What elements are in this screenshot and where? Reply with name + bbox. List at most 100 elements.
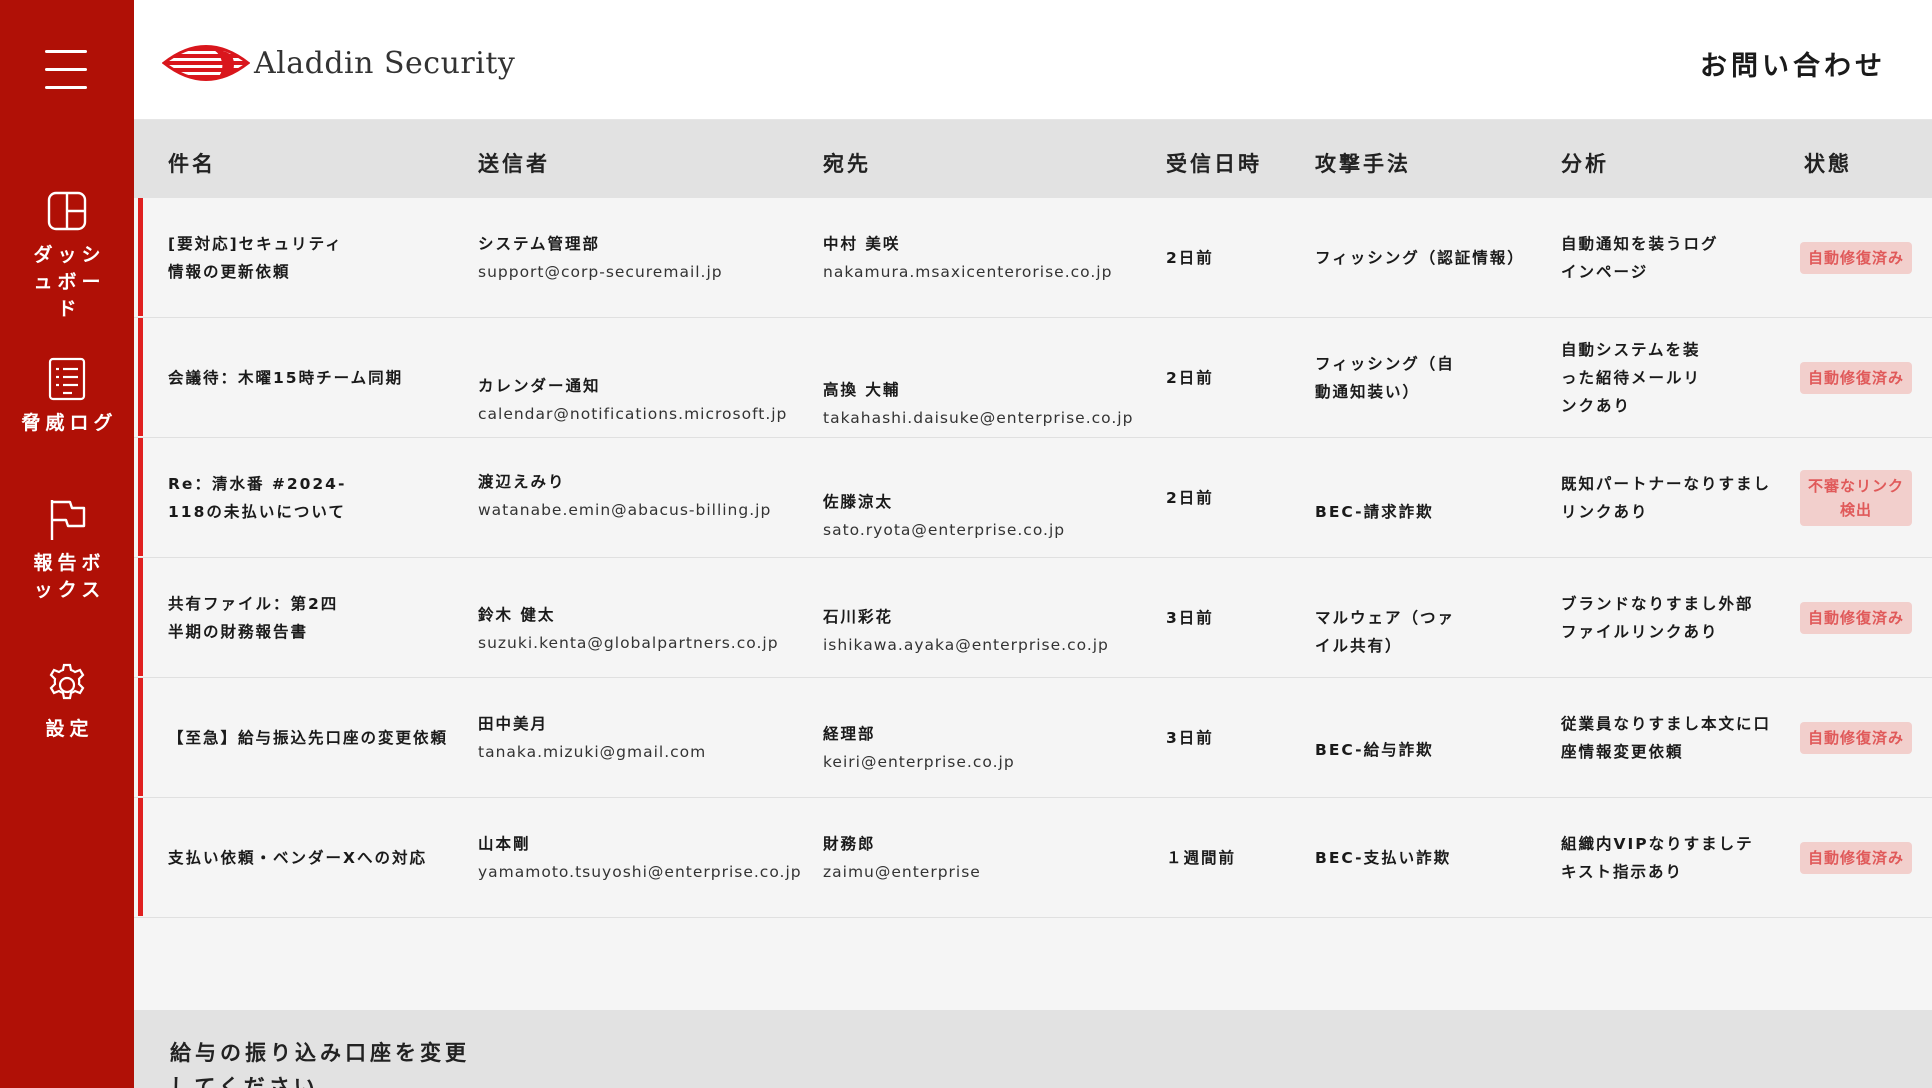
analysis-cell: 自動システムを装った紹待メールリンクあり xyxy=(1561,340,1702,415)
method-cell: フィッシング（認証情報） xyxy=(1315,248,1525,267)
list-icon xyxy=(48,357,86,401)
subject-cell: 支払い依頼・ベンダーXへの対応 xyxy=(168,848,427,867)
recipient-cell: 石川彩花 ishikawa.ayaka@enterprise.co.jp xyxy=(823,603,1109,659)
sidebar-item-label: ダッシュボード xyxy=(33,244,106,320)
row-accent xyxy=(138,798,143,916)
email-preview-panel: 給与の振り込み口座を変更してください xyxy=(134,1010,1932,1088)
sidebar-item-settings[interactable]: 設定 xyxy=(0,662,134,743)
row-accent xyxy=(138,438,143,556)
received-cell: 2日前 xyxy=(1166,248,1214,267)
hamburger-icon[interactable] xyxy=(45,50,87,90)
sidebar-item-label: 脅威ログ xyxy=(21,412,118,434)
sender-cell: システム管理部 support@corp-securemail.jp xyxy=(478,230,723,286)
method-cell: フィッシング（自動通知装い） xyxy=(1315,354,1455,401)
recipient-cell: 高換 大輔 takahashi.daisuke@enterprise.co.jp xyxy=(823,376,1133,432)
recipient-email: keiri@enterprise.co.jp xyxy=(823,753,1015,771)
column-header-subject[interactable]: 件名 xyxy=(168,148,216,178)
recipient-cell: 佐滕涼太 sato.ryota@enterprise.co.jp xyxy=(823,488,1065,544)
sender-cell: 渡辺えみり watanabe.emin@abacus-billing.jp xyxy=(478,468,771,524)
subject-cell: [要対応]セキュリティ情報の更新依頼 xyxy=(168,234,343,281)
recipient-cell: 財務郎 zaimu@enterprise xyxy=(823,830,981,886)
sender-cell: 山本剛 yamamoto.tsuyoshi@enterprise.co.jp xyxy=(478,830,802,886)
sender-name: 鈴木 健太 xyxy=(478,606,556,624)
logo-text: Aladdin Security xyxy=(254,45,516,81)
flag-icon xyxy=(50,500,86,540)
row-accent xyxy=(138,318,143,436)
status-badge: 自動修復済み xyxy=(1800,841,1912,874)
status-badge: 自動修復済み xyxy=(1800,601,1912,634)
sender-email: yamamoto.tsuyoshi@enterprise.co.jp xyxy=(478,862,802,881)
recipient-name: 財務郎 xyxy=(823,834,876,853)
contact-link[interactable]: お問い合わせ xyxy=(1700,44,1886,83)
dashboard-icon xyxy=(47,191,87,231)
analysis-cell: 既知パートナーなりすましリンクあり xyxy=(1561,474,1772,521)
method-cell: BEC-給与詐欺 xyxy=(1315,741,1434,759)
threat-table: 件名 送信者 宛先 受信日時 攻撃手法 分析 状態 [要対応]セキュリティ情報の… xyxy=(134,120,1932,918)
sender-email: watanabe.emin@abacus-billing.jp xyxy=(478,501,772,519)
sender-name: システム管理部 xyxy=(478,234,601,253)
row-accent xyxy=(138,558,143,676)
method-cell: BEC-請求詐欺 xyxy=(1315,503,1434,521)
table-row[interactable]: 会議待：木曜15時チーム同期 カレンダー通知 calendar@notifica… xyxy=(134,318,1932,438)
subject-cell: 会議待：木曜15時チーム同期 xyxy=(168,368,404,387)
status-badge: 不審なリンク検出 xyxy=(1800,469,1912,526)
method-cell: BEC-支払い詐欺 xyxy=(1315,848,1452,867)
status-badge: 自動修復済み xyxy=(1800,721,1912,754)
sender-name: 田中美月 xyxy=(478,714,549,733)
recipient-email: zaimu@enterprise xyxy=(823,862,981,881)
column-header-status[interactable]: 状態 xyxy=(1804,148,1852,178)
column-header-received[interactable]: 受信日時 xyxy=(1166,148,1262,178)
method-cell: マルウェア（つァイル共有） xyxy=(1315,609,1456,655)
analysis-cell: 従業員なりすまし本文に口座情報変更依頼 xyxy=(1561,714,1772,761)
table-row[interactable]: 支払い依頼・ベンダーXへの対応 山本剛 yamamoto.tsuyoshi@en… xyxy=(134,798,1932,918)
sender-email: support@corp-securemail.jp xyxy=(478,262,723,281)
gear-icon xyxy=(49,663,85,700)
received-cell: 3日前 xyxy=(1166,608,1214,627)
status-badge: 自動修復済み xyxy=(1800,241,1912,274)
row-accent xyxy=(138,198,143,316)
subject-cell: Re：清水番 #2024-118の未払いについて xyxy=(168,474,347,521)
logo[interactable]: Aladdin Security xyxy=(162,36,515,90)
status-badge: 自動修復済み xyxy=(1800,361,1912,394)
sender-email: calendar@notifications.microsoft.jp xyxy=(478,405,788,423)
subject-cell: 【至急】給与振込先口座の変更依頼 xyxy=(168,728,449,747)
sender-name: カレンダー通知 xyxy=(478,377,601,395)
column-header-analysis[interactable]: 分析 xyxy=(1561,148,1609,178)
received-cell: 2日前 xyxy=(1166,368,1214,387)
table-row[interactable]: Re：清水番 #2024-118の未払いについて 渡辺えみり watanabe.… xyxy=(134,438,1932,558)
table-row[interactable]: [要対応]セキュリティ情報の更新依頼 システム管理部 support@corp-… xyxy=(134,198,1932,318)
recipient-cell: 経理部 keiri@enterprise.co.jp xyxy=(823,720,1015,776)
sidebar-item-label: 設定 xyxy=(45,718,94,740)
logo-eye-icon xyxy=(162,45,250,81)
row-accent xyxy=(138,678,143,796)
sidebar: ダッシュボード 脅威ログ 報告ボックス 設定 xyxy=(0,0,134,1088)
recipient-name: 石川彩花 xyxy=(823,608,894,626)
sender-name: 山本剛 xyxy=(478,834,531,853)
sender-cell: 田中美月 tanaka.mizuki@gmail.com xyxy=(478,710,706,766)
analysis-cell: 自動通知を装うログインページ xyxy=(1561,234,1719,281)
received-cell: 2日前 xyxy=(1166,488,1214,507)
column-header-sender[interactable]: 送信者 xyxy=(478,148,550,178)
table-row[interactable]: 共有ファイル：第2四半期の財務報告書 鈴木 健太 suzuki.kenta@gl… xyxy=(134,558,1932,678)
column-header-method[interactable]: 攻撃手法 xyxy=(1315,148,1411,178)
table-header: 件名 送信者 宛先 受信日時 攻撃手法 分析 状態 xyxy=(134,120,1932,198)
sender-email: suzuki.kenta@globalpartners.co.jp xyxy=(478,634,779,652)
sidebar-item-threat-log[interactable]: 脅威ログ xyxy=(0,356,134,437)
recipient-email: ishikawa.ayaka@enterprise.co.jp xyxy=(823,636,1109,654)
recipient-email: nakamura.msaxicenterorise.co.jp xyxy=(823,262,1113,281)
recipient-name: 中村 美咲 xyxy=(823,234,901,253)
received-cell: １週間前 xyxy=(1166,848,1237,867)
subject-cell: 共有ファイル：第2四半期の財務報告書 xyxy=(168,594,339,641)
recipient-cell: 中村 美咲 nakamura.msaxicenterorise.co.jp xyxy=(823,230,1112,286)
recipient-email: sato.ryota@enterprise.co.jp xyxy=(823,521,1066,539)
sidebar-item-dashboard[interactable]: ダッシュボード xyxy=(0,188,134,323)
header: Aladdin Security お問い合わせ xyxy=(134,0,1932,120)
sender-email: tanaka.mizuki@gmail.com xyxy=(478,742,707,761)
email-preview-text: 給与の振り込み口座を変更してください xyxy=(170,1041,470,1088)
sidebar-item-report-box[interactable]: 報告ボックス xyxy=(0,496,134,604)
column-header-recipient[interactable]: 宛先 xyxy=(823,148,871,178)
recipient-email: takahashi.daisuke@enterprise.co.jp xyxy=(823,409,1134,427)
table-row[interactable]: 【至急】給与振込先口座の変更依頼 田中美月 tanaka.mizuki@gmai… xyxy=(134,678,1932,798)
received-cell: 3日前 xyxy=(1166,729,1214,747)
sender-cell: カレンダー通知 calendar@notifications.microsoft… xyxy=(478,372,787,428)
